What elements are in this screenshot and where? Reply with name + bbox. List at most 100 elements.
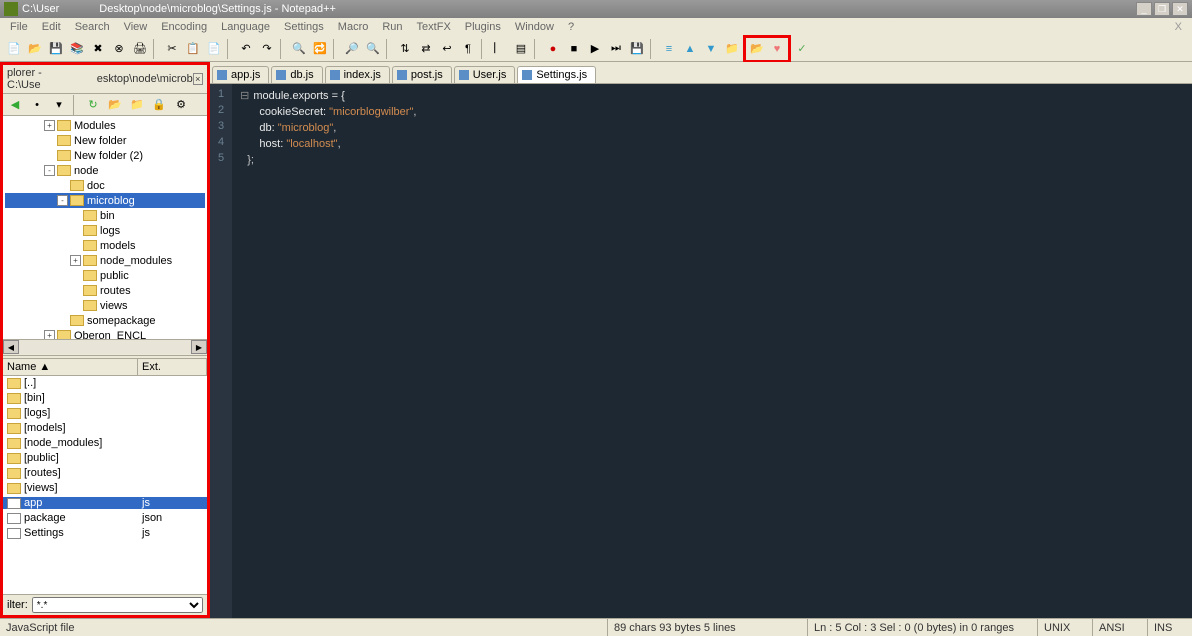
save-all-icon[interactable]: 📚: [67, 39, 87, 59]
file-list-row[interactable]: packagejson: [3, 511, 207, 526]
editor-tab[interactable]: User.js: [454, 66, 516, 83]
ext-column-header[interactable]: Ext.: [138, 359, 207, 375]
up-icon[interactable]: ▲: [680, 39, 700, 59]
down-icon[interactable]: ▼: [701, 39, 721, 59]
editor-tab[interactable]: post.js: [392, 66, 452, 83]
folder-open-icon[interactable]: 📂: [105, 95, 125, 115]
play-multi-icon[interactable]: ⏭: [606, 39, 626, 59]
menu-edit[interactable]: Edit: [36, 21, 67, 33]
lock-icon[interactable]: 🔒: [149, 95, 169, 115]
tree-item[interactable]: routes: [5, 283, 205, 298]
play-icon[interactable]: ▶: [585, 39, 605, 59]
close-file-icon[interactable]: ✖: [88, 39, 108, 59]
save-icon[interactable]: 💾: [46, 39, 66, 59]
tree-item[interactable]: doc: [5, 178, 205, 193]
tree-item[interactable]: New folder (2): [5, 148, 205, 163]
favorite-icon[interactable]: ♥: [767, 39, 787, 59]
folder-view-icon[interactable]: 📁: [722, 39, 742, 59]
file-list-row[interactable]: [public]: [3, 451, 207, 466]
file-list-row[interactable]: Settingsjs: [3, 526, 207, 541]
file-list-row[interactable]: [views]: [3, 481, 207, 496]
file-list-row[interactable]: [bin]: [3, 391, 207, 406]
tree-item[interactable]: -node: [5, 163, 205, 178]
nav-dropdown-icon[interactable]: ▾: [49, 95, 69, 115]
explorer-icon[interactable]: 📂: [747, 39, 767, 59]
nav-back-icon[interactable]: ◀: [5, 95, 25, 115]
indent-guide-icon[interactable]: ⎸: [490, 39, 510, 59]
name-column-header[interactable]: Name ▲: [3, 359, 138, 375]
explorer-close-icon[interactable]: ×: [193, 73, 203, 85]
zoom-out-icon[interactable]: 🔍: [363, 39, 383, 59]
menu-search[interactable]: Search: [69, 21, 116, 33]
tree-item[interactable]: views: [5, 298, 205, 313]
record-icon[interactable]: ●: [543, 39, 563, 59]
code-content[interactable]: ⊟module.exports = { cookieSecret: "micor…: [232, 84, 1192, 618]
sync-v-icon[interactable]: ⇅: [395, 39, 415, 59]
maximize-button[interactable]: ❐: [1154, 2, 1170, 16]
print-icon[interactable]: 🖨: [130, 39, 150, 59]
minimize-button[interactable]: _: [1136, 2, 1152, 16]
editor-tab[interactable]: Settings.js: [517, 66, 596, 83]
menu-window[interactable]: Window: [509, 21, 560, 33]
menu-settings[interactable]: Settings: [278, 21, 330, 33]
editor-tab[interactable]: app.js: [212, 66, 269, 83]
folder-tree[interactable]: +ModulesNew folderNew folder (2)-nodedoc…: [3, 116, 207, 339]
doc-map-icon[interactable]: ▤: [511, 39, 531, 59]
fold-icon[interactable]: ⊟: [240, 90, 249, 102]
menu-plugins[interactable]: Plugins: [459, 21, 507, 33]
all-chars-icon[interactable]: ¶: [458, 39, 478, 59]
close-all-icon[interactable]: ⊗: [109, 39, 129, 59]
file-list-row[interactable]: [models]: [3, 421, 207, 436]
filter-select[interactable]: *.*: [32, 597, 203, 613]
menu-macro[interactable]: Macro: [332, 21, 375, 33]
scroll-left-icon[interactable]: ◀: [3, 340, 19, 354]
menu-[interactable]: ?: [562, 21, 580, 33]
zoom-in-icon[interactable]: 🔎: [342, 39, 362, 59]
save-macro-icon[interactable]: 💾: [627, 39, 647, 59]
undo-icon[interactable]: ↶: [236, 39, 256, 59]
menu-language[interactable]: Language: [215, 21, 276, 33]
editor-tab[interactable]: db.js: [271, 66, 322, 83]
sync-h-icon[interactable]: ⇄: [416, 39, 436, 59]
tree-item[interactable]: +node_modules: [5, 253, 205, 268]
tree-item[interactable]: models: [5, 238, 205, 253]
filter-icon[interactable]: ⚙: [171, 95, 191, 115]
tree-item[interactable]: +Oberon_ENCL: [5, 328, 205, 339]
cut-icon[interactable]: ✂: [162, 39, 182, 59]
tree-hscroll[interactable]: ◀ ▶: [3, 339, 207, 355]
func-list-icon[interactable]: ≡: [659, 39, 679, 59]
stop-icon[interactable]: ■: [564, 39, 584, 59]
tree-item[interactable]: +Modules: [5, 118, 205, 133]
close-button[interactable]: ✕: [1172, 2, 1188, 16]
scroll-right-icon[interactable]: ▶: [191, 340, 207, 354]
refresh-icon[interactable]: ↻: [83, 95, 103, 115]
collapse-icon[interactable]: -: [57, 195, 68, 206]
replace-icon[interactable]: 🔁: [310, 39, 330, 59]
find-icon[interactable]: 🔍: [289, 39, 309, 59]
file-list-row[interactable]: [routes]: [3, 466, 207, 481]
file-list-row[interactable]: appjs: [3, 496, 207, 511]
menu-file[interactable]: File: [4, 21, 34, 33]
tree-item[interactable]: public: [5, 268, 205, 283]
file-list-row[interactable]: [logs]: [3, 406, 207, 421]
tree-item[interactable]: somepackage: [5, 313, 205, 328]
tree-item[interactable]: New folder: [5, 133, 205, 148]
tree-item[interactable]: bin: [5, 208, 205, 223]
menu-run[interactable]: Run: [376, 21, 408, 33]
redo-icon[interactable]: ↷: [257, 39, 277, 59]
open-file-icon[interactable]: 📂: [25, 39, 45, 59]
tree-item[interactable]: -microblog: [5, 193, 205, 208]
new-folder-icon[interactable]: 📁: [127, 95, 147, 115]
collapse-icon[interactable]: -: [44, 165, 55, 176]
paste-icon[interactable]: 📄: [204, 39, 224, 59]
nav-fwd-icon[interactable]: •: [27, 95, 47, 115]
file-list-row[interactable]: [..]: [3, 376, 207, 391]
expand-icon[interactable]: +: [44, 330, 55, 339]
tree-item[interactable]: logs: [5, 223, 205, 238]
editor-tab[interactable]: index.js: [325, 66, 390, 83]
new-file-icon[interactable]: 📄: [4, 39, 24, 59]
plugin-icon[interactable]: ✓: [792, 39, 812, 59]
expand-icon[interactable]: +: [44, 120, 55, 131]
file-list[interactable]: [..][bin][logs][models][node_modules][pu…: [3, 376, 207, 595]
menu-encoding[interactable]: Encoding: [155, 21, 213, 33]
